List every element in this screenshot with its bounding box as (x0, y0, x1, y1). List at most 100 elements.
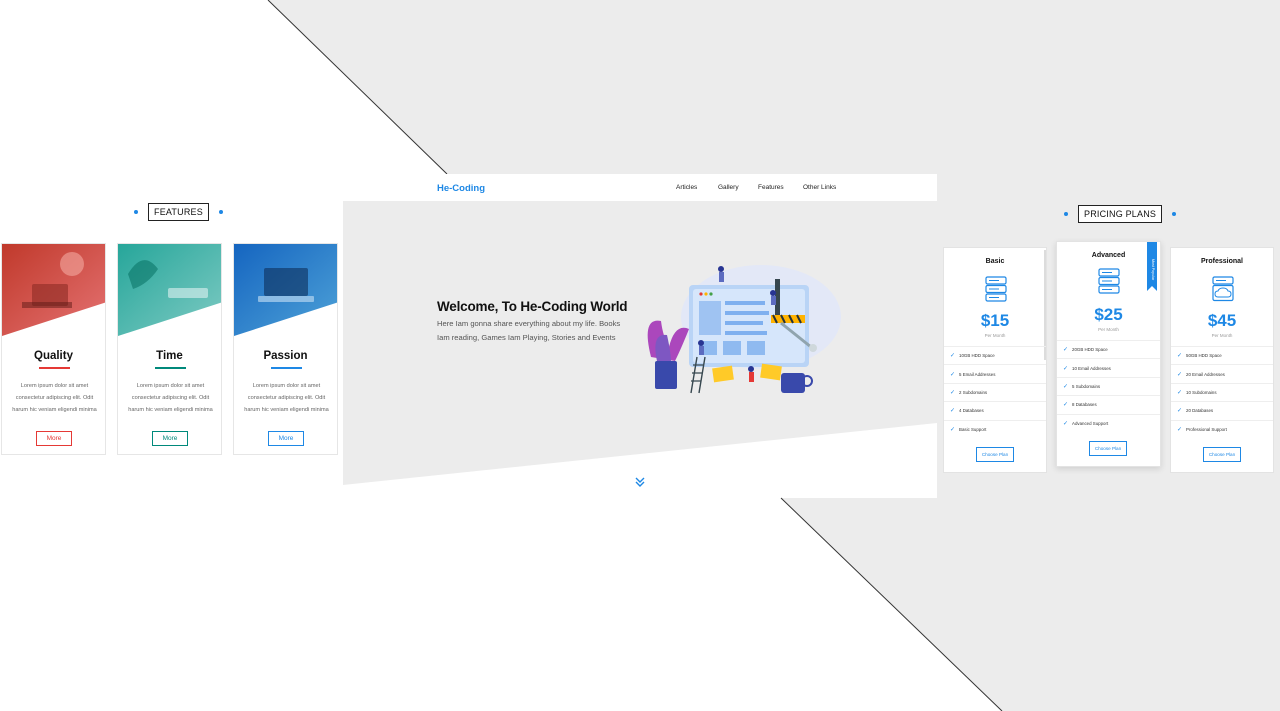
plan-feature-text: 5 Subdomains (1072, 383, 1101, 389)
plan-name: Professional (1200, 258, 1243, 265)
check-icon: ✓ (950, 353, 956, 360)
plan-feature-text: Advanced Support (1072, 420, 1109, 426)
check-icon: ✓ (1177, 353, 1183, 360)
check-icon: ✓ (950, 371, 956, 378)
feature-text: Lorem ipsum dolor sit amet consectetur a… (244, 383, 329, 413)
plan-feature: ✓ 8 Databases (1057, 395, 1160, 413)
plan-feature: ✓ 50GB HDD Space (1171, 346, 1273, 364)
plan-feature: ✓ 10 Email Addresses (1057, 358, 1160, 376)
plan-feature-text: 10GB HDD Space (959, 353, 995, 359)
plan-feature-text: 10 Subdomains (1186, 389, 1217, 395)
check-icon: ✓ (1063, 383, 1069, 390)
check-icon: ✓ (1063, 365, 1069, 372)
feature-title: Time (156, 350, 183, 362)
choose-plan-button-basic[interactable]: Choose Plan (976, 447, 1014, 462)
feature-title: Quality (34, 350, 73, 362)
plan-feature: ✓ Basic Support (944, 419, 1046, 438)
plan-feature-text: 8 Databases (1072, 402, 1097, 408)
pricing-heading: PRICING PLANS (1064, 205, 1177, 223)
card-scrollbar[interactable] (1044, 250, 1046, 360)
feature-title: Passion (263, 350, 308, 362)
plan-feature-text: 5 Email Addresses (959, 371, 996, 377)
plan-period: Per Month (984, 333, 1006, 338)
feature-text: Lorem ipsum dolor sit amet consectetur a… (128, 383, 213, 413)
pricing-card-basic: Basic $15 Per Month ✓ 10GB HDD Space ✓ 5 E… (943, 247, 1047, 473)
plan-price: $45 (1207, 311, 1237, 330)
nav-features[interactable]: Features (758, 184, 784, 191)
more-button-passion[interactable]: More (268, 431, 304, 446)
hero-section: He-Coding Articles Gallery Features Othe… (343, 174, 937, 498)
check-icon: ✓ (950, 426, 956, 433)
plan-feature: ✓ 5 Subdomains (1057, 376, 1160, 395)
feature-card-quality: Quality Lorem ipsum dolor sit amet conse… (1, 243, 106, 455)
server-icon (985, 276, 1007, 302)
plan-feature: ✓ 20 Email Addresses (1171, 364, 1273, 382)
feature-underline (271, 367, 302, 369)
check-icon: ✓ (1063, 347, 1069, 354)
feature-text: Lorem ipsum dolor sit amet consectetur a… (12, 383, 97, 413)
plan-feature: ✓ 10 Subdomains (1171, 382, 1273, 401)
check-icon: ✓ (1063, 420, 1069, 427)
more-button-time[interactable]: More (152, 431, 188, 446)
plan-feature: ✓ 10GB HDD Space (944, 346, 1046, 364)
pricing-card-professional: Professional $45 Per Month ✓ 50GB HDD Spa… (1170, 247, 1274, 473)
plan-feature: ✓ 20 Databases (1171, 401, 1273, 419)
brand-logo[interactable]: He-Coding (437, 183, 485, 194)
check-icon: ✓ (1177, 389, 1183, 396)
heading-dot (1172, 212, 1177, 216)
plan-name: Basic (985, 258, 1005, 265)
feature-underline (155, 367, 186, 369)
plan-feature-text: 2 Subdomains (959, 389, 988, 395)
hero-title: Welcome, To He-Coding World (437, 299, 628, 314)
most-popular-ribbon: Most Popular (1147, 242, 1157, 291)
feature-image-time (118, 244, 221, 336)
check-icon: ✓ (950, 389, 956, 396)
double-chevron-down-icon[interactable] (634, 476, 646, 488)
navbar: He-Coding Articles Gallery Features Othe… (343, 174, 937, 201)
plan-feature-text: 10 Email Addresses (1072, 365, 1111, 371)
check-icon: ✓ (1177, 371, 1183, 378)
feature-image-passion (234, 244, 337, 336)
plan-feature: ✓ 2 Subdomains (944, 382, 1046, 401)
plan-feature-text: 20GB HDD Space (1072, 347, 1108, 353)
choose-plan-button-professional[interactable]: Choose Plan (1203, 447, 1241, 462)
cloud-server-icon (1212, 276, 1234, 302)
plan-feature: ✓ Advanced Support (1057, 413, 1160, 432)
plan-price: $25 (1094, 305, 1123, 324)
plan-name: Advanced (1091, 252, 1126, 259)
plan-feature-text: 4 Databases (959, 408, 984, 414)
feature-card-time: Time Lorem ipsum dolor sit amet consecte… (117, 243, 222, 455)
server-icon (1098, 268, 1120, 294)
heading-dot (1064, 212, 1068, 216)
plan-features: ✓ 20GB HDD Space ✓ 10 Email Addresses ✓ 5 S… (1057, 340, 1160, 432)
check-icon: ✓ (1063, 402, 1069, 409)
pricing-heading-label: PRICING PLANS (1078, 205, 1163, 223)
features-heading: FEATURES (134, 203, 223, 221)
heading-dot (218, 210, 223, 214)
nav-gallery[interactable]: Gallery (718, 184, 739, 191)
plan-features: ✓ 10GB HDD Space ✓ 5 Email Addresses ✓ 2 Su… (944, 346, 1046, 438)
feature-underline (39, 367, 70, 369)
plan-feature: ✓ 5 Email Addresses (944, 364, 1046, 382)
ribbon-label: Most Popular (1151, 259, 1155, 281)
choose-plan-button-advanced[interactable]: Choose Plan (1089, 441, 1127, 456)
features-heading-label: FEATURES (148, 203, 209, 221)
check-icon: ✓ (1177, 426, 1183, 433)
plan-feature: ✓ 20GB HDD Space (1057, 340, 1160, 358)
plan-feature: ✓ Professional Support (1171, 419, 1273, 438)
check-icon: ✓ (1177, 408, 1183, 415)
hero-subtitle: Here Iam gonna share everything about my… (437, 319, 621, 342)
plan-period: Per Month (1098, 327, 1119, 332)
nav-other-links[interactable]: Other Links (803, 184, 836, 191)
plan-period: Per Month (1211, 333, 1233, 338)
plan-feature-text: Professional Support (1186, 426, 1227, 432)
plan-feature-text: 50GB HDD Space (1186, 353, 1222, 359)
plan-feature: ✓ 4 Databases (944, 401, 1046, 419)
more-button-quality[interactable]: More (36, 431, 72, 446)
nav-articles[interactable]: Articles (676, 184, 697, 191)
pricing-card-advanced: Most Popular Advanced $25 Per Month ✓ 20G… (1056, 241, 1161, 467)
heading-dot (134, 210, 138, 214)
plan-price: $15 (980, 311, 1010, 330)
plan-feature-text: Basic Support (959, 426, 987, 432)
plan-feature-text: 20 Email Addresses (1186, 371, 1225, 377)
